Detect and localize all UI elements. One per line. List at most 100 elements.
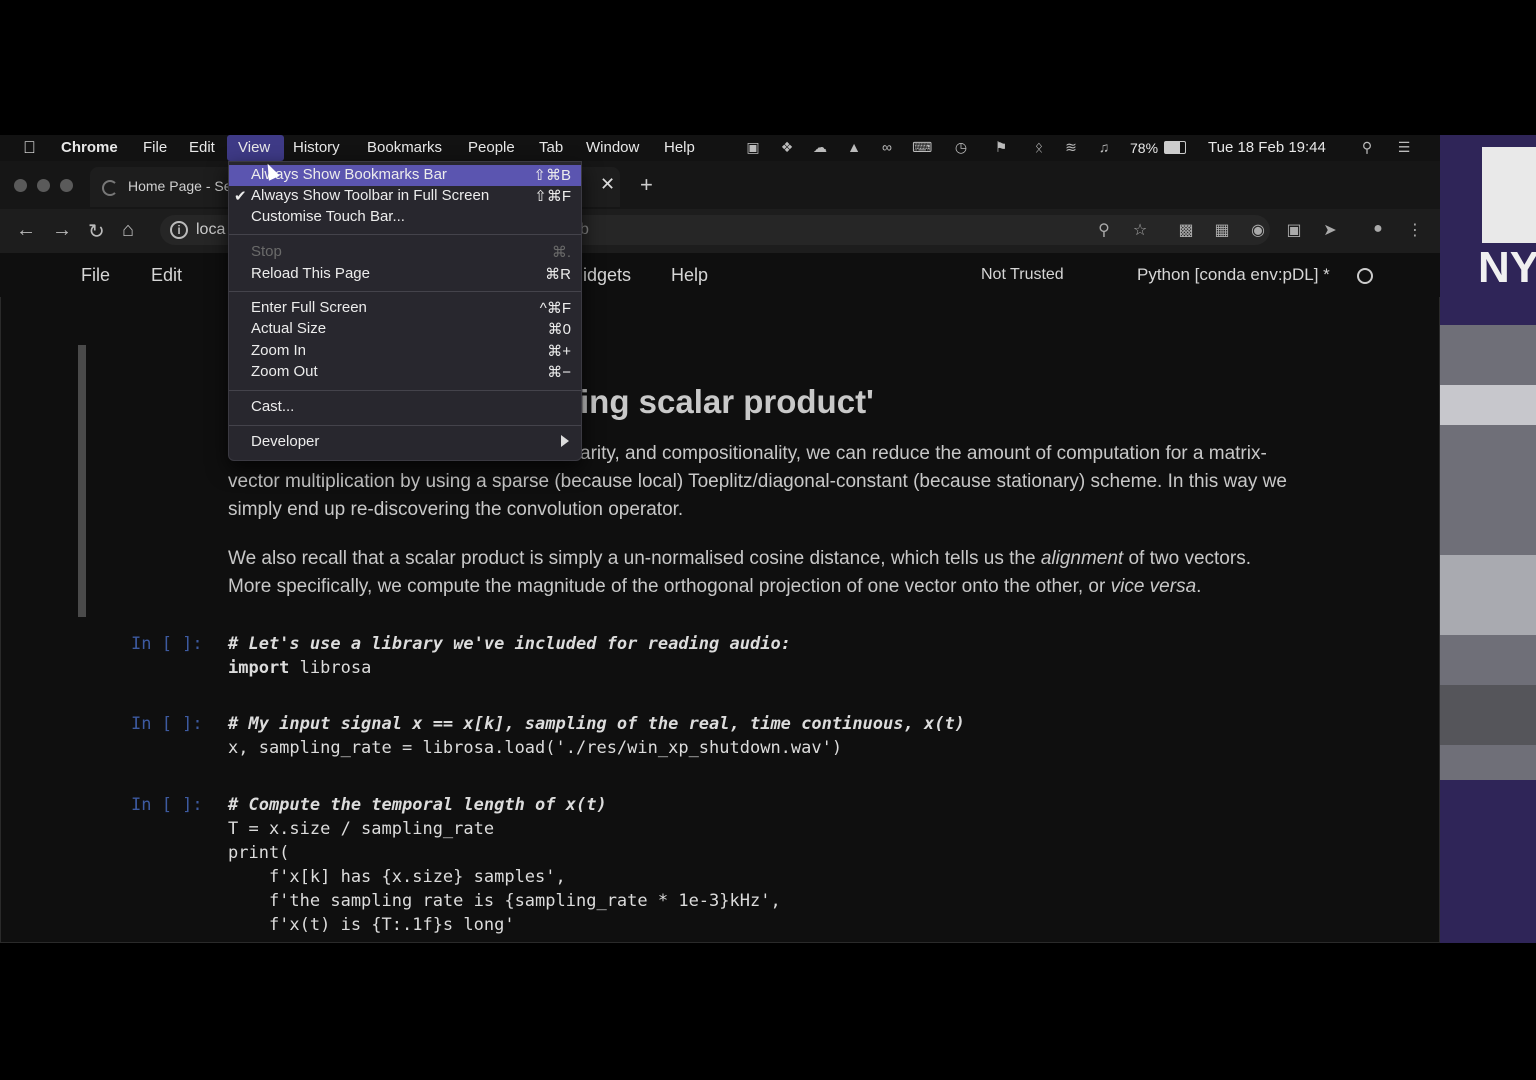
menu-edit[interactable]: Edit bbox=[189, 139, 215, 156]
cloud-icon[interactable]: ☁ bbox=[811, 139, 829, 155]
menu-item-shortcut: ⌘R bbox=[545, 266, 571, 283]
logo-text: NY bbox=[1478, 243, 1536, 292]
text-run: . bbox=[1196, 576, 1202, 597]
battery-icon[interactable] bbox=[1164, 141, 1186, 154]
wifi-icon[interactable]: ≋ bbox=[1062, 139, 1080, 155]
menu-item-cast[interactable]: Cast... bbox=[229, 397, 581, 418]
markdown-heading: ing scalar product' bbox=[580, 383, 874, 420]
tab-close-button[interactable]: ✕ bbox=[600, 174, 615, 195]
menu-window[interactable]: Window bbox=[586, 139, 639, 156]
menu-item-always-show-bookmarks-bar[interactable]: Always Show Bookmarks Bar ⇧⌘B bbox=[229, 165, 581, 186]
zoom-window-button[interactable] bbox=[60, 179, 73, 192]
bookmark-star-icon[interactable]: ☆ bbox=[1130, 220, 1150, 240]
battery-percentage[interactable]: 78% bbox=[1130, 140, 1158, 156]
kernel-status-icon bbox=[1357, 268, 1373, 284]
screen-icon[interactable]: ▣ bbox=[744, 139, 762, 155]
macos-menubar:  Chrome File Edit View History Bookmark… bbox=[0, 135, 1440, 161]
torch-logo-icon bbox=[1482, 147, 1536, 243]
app-menu-chrome[interactable]: Chrome bbox=[61, 139, 118, 156]
checkmark-icon: ✔ bbox=[234, 188, 247, 205]
app-icon[interactable]: ▲ bbox=[845, 139, 863, 155]
dropbox-icon[interactable]: ❖ bbox=[778, 139, 796, 155]
profile-avatar-icon[interactable]: ● bbox=[1368, 220, 1388, 240]
code-text: f'the sampling rate is {sampling_rate * … bbox=[228, 891, 781, 911]
menu-item-actual-size[interactable]: Actual Size ⌘0 bbox=[229, 319, 581, 340]
apple-logo-icon[interactable]:  bbox=[23, 138, 36, 158]
code-cell[interactable]: # Compute the temporal length of x(t) T … bbox=[228, 793, 781, 937]
location-icon[interactable]: ◉ bbox=[1248, 220, 1268, 240]
menu-item-always-show-toolbar[interactable]: ✔ Always Show Toolbar in Full Screen ⇧⌘F bbox=[229, 186, 581, 207]
menu-item-reload-this-page[interactable]: Reload This Page ⌘R bbox=[229, 264, 581, 285]
extension-icon[interactable]: ▩ bbox=[1176, 220, 1196, 240]
menu-item-zoom-out[interactable]: Zoom Out ⌘− bbox=[229, 362, 581, 383]
minimize-window-button[interactable] bbox=[37, 179, 50, 192]
code-keyword: import bbox=[228, 658, 290, 678]
menu-people[interactable]: People bbox=[468, 139, 515, 156]
code-cell[interactable]: # My input signal x == x[k], sampling of… bbox=[228, 712, 965, 760]
menu-item-label: Customise Touch Bar... bbox=[251, 208, 405, 225]
browser-toolbar: ← → ↻ ⌂ i loca b ⚲ ☆ ▩ ▦ ◉ ▣ ➤ ● ⋮ bbox=[0, 209, 1440, 253]
bluetooth-icon[interactable]: ᛟ bbox=[1030, 139, 1048, 155]
menu-item-customise-touch-bar[interactable]: Customise Touch Bar... bbox=[229, 207, 581, 228]
jupyter-menu-edit[interactable]: Edit bbox=[151, 265, 182, 286]
menu-separator bbox=[229, 425, 581, 426]
menu-history[interactable]: History bbox=[293, 139, 340, 156]
code-text: print( bbox=[228, 843, 290, 863]
jupyter-menubar: File Edit idgets Help Not Trusted Python… bbox=[0, 253, 1440, 297]
menu-file[interactable]: File bbox=[143, 139, 167, 156]
home-icon[interactable]: ⌂ bbox=[122, 219, 134, 242]
info-icon[interactable]: i bbox=[170, 221, 188, 239]
menu-item-label: Cast... bbox=[251, 398, 295, 415]
time-machine-icon[interactable]: ◷ bbox=[952, 139, 970, 155]
forward-arrow-icon[interactable]: → bbox=[52, 219, 72, 242]
photo-band bbox=[1440, 385, 1536, 425]
markdown-paragraph-line: arity, and compositionality, we can redu… bbox=[580, 443, 1267, 464]
menu-view[interactable]: View bbox=[238, 139, 270, 156]
jupyter-menu-help[interactable]: Help bbox=[671, 265, 708, 286]
new-tab-button[interactable]: + bbox=[640, 174, 653, 196]
code-text: x, sampling_rate = librosa.load('./res/w… bbox=[228, 738, 843, 758]
clock[interactable]: Tue 18 Feb 19:44 bbox=[1208, 139, 1326, 156]
photo bbox=[1440, 325, 1536, 780]
menu-item-shortcut: ⇧⌘B bbox=[533, 167, 571, 184]
menu-item-label: Actual Size bbox=[251, 320, 327, 337]
extension-icon[interactable]: ▦ bbox=[1212, 220, 1232, 240]
volume-icon[interactable]: ♫ bbox=[1095, 139, 1113, 155]
close-window-button[interactable] bbox=[14, 179, 27, 192]
menu-separator bbox=[229, 234, 581, 235]
notification-center-icon[interactable]: ☰ bbox=[1395, 139, 1413, 155]
rocket-icon[interactable]: ➤ bbox=[1320, 220, 1340, 240]
zoom-magnifier-icon[interactable]: ⚲ bbox=[1094, 220, 1114, 240]
code-text: librosa bbox=[289, 658, 372, 678]
view-menu-dropdown: Always Show Bookmarks Bar ⇧⌘B ✔ Always S… bbox=[228, 161, 582, 461]
menu-separator bbox=[229, 390, 581, 391]
text-run: We also recall that a scalar product is … bbox=[228, 548, 1041, 569]
more-menu-icon[interactable]: ⋮ bbox=[1405, 220, 1425, 240]
menu-item-zoom-in[interactable]: Zoom In ⌘+ bbox=[229, 341, 581, 362]
keyboard-icon[interactable]: ⌨ bbox=[912, 139, 932, 155]
glasses-icon[interactable]: ∞ bbox=[878, 139, 896, 155]
tab-title: Home Page - Se bbox=[128, 178, 232, 194]
menu-item-shortcut: ^⌘F bbox=[539, 300, 571, 317]
jupyter-menu-file[interactable]: File bbox=[81, 265, 110, 286]
kernel-name: Python [conda env:pDL] * bbox=[1137, 265, 1330, 284]
menu-help[interactable]: Help bbox=[664, 139, 695, 156]
code-text: f'x[k] has {x.size} samples', bbox=[228, 867, 566, 887]
flag-icon[interactable]: ⚑ bbox=[992, 139, 1010, 155]
code-cell[interactable]: # Let's use a library we've included for… bbox=[228, 632, 791, 680]
spotlight-search-icon[interactable]: ⚲ bbox=[1358, 139, 1376, 155]
code-comment: # Compute the temporal length of x(t) bbox=[228, 795, 607, 815]
reload-icon[interactable]: ↻ bbox=[88, 219, 105, 244]
back-arrow-icon[interactable]: ← bbox=[16, 219, 36, 242]
menu-bookmarks[interactable]: Bookmarks bbox=[367, 139, 442, 156]
menu-tab[interactable]: Tab bbox=[539, 139, 563, 156]
menu-item-shortcut: ⌘− bbox=[547, 364, 571, 381]
menu-item-enter-full-screen[interactable]: Enter Full Screen ^⌘F bbox=[229, 298, 581, 319]
extension-icon[interactable]: ▣ bbox=[1284, 220, 1304, 240]
trust-status-button[interactable]: Not Trusted bbox=[981, 266, 1064, 284]
text-run: of two vectors. bbox=[1123, 548, 1251, 569]
loading-spinner-icon bbox=[102, 180, 118, 196]
jupyter-menu-widgets[interactable]: idgets bbox=[583, 265, 631, 286]
menu-item-developer[interactable]: Developer bbox=[229, 432, 581, 453]
selected-cell-indicator bbox=[78, 345, 86, 617]
